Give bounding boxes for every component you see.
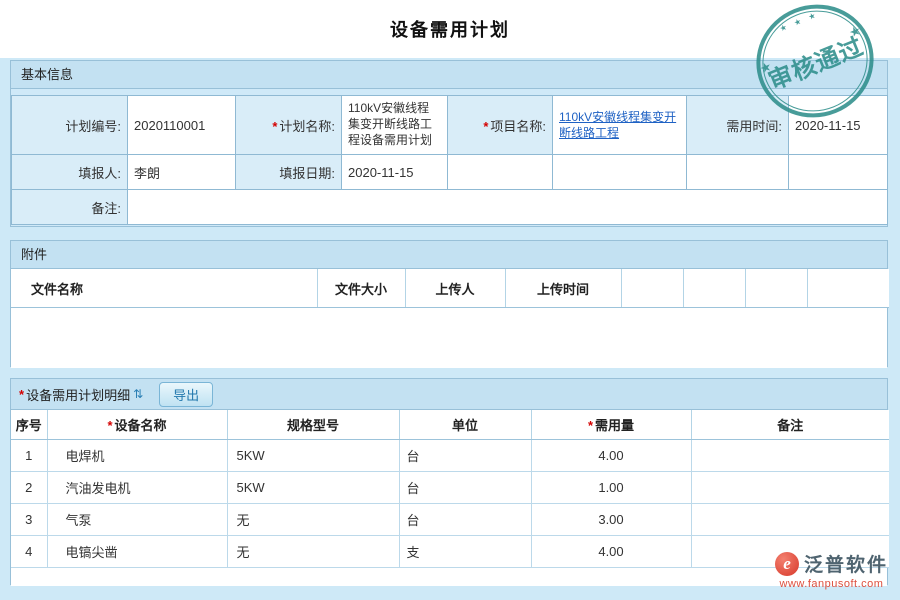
cell-spec: 无 bbox=[227, 536, 399, 568]
col-empty bbox=[683, 269, 745, 308]
cell-name: 汽油发电机 bbox=[47, 472, 227, 504]
required-asterisk: * bbox=[272, 119, 277, 134]
col-file-name: 文件名称 bbox=[11, 269, 317, 308]
basic-info-table: 计划编号: 2020110001 *计划名称: 110kV安徽线程集变开断线路工… bbox=[11, 95, 888, 225]
cell-unit: 台 bbox=[399, 472, 531, 504]
required-asterisk: * bbox=[588, 418, 593, 433]
cell-spec: 5KW bbox=[227, 440, 399, 472]
table-row: 2 汽油发电机 5KW 台 1.00 bbox=[11, 472, 889, 504]
need-time-value: 2020-11-15 bbox=[789, 96, 888, 155]
cell-spec: 无 bbox=[227, 504, 399, 536]
col-spec: 规格型号 bbox=[227, 410, 399, 440]
plan-name-label: *计划名称: bbox=[236, 96, 342, 155]
detail-toolbar: * 设备需用计划明细 ⇅ 导出 bbox=[11, 379, 887, 410]
remark-value bbox=[128, 190, 888, 225]
col-empty bbox=[807, 269, 889, 308]
col-remark: 备注 bbox=[691, 410, 889, 440]
basic-info-section: 基本信息 计划编号: 2020110001 *计划名称: 110kV安徽线程集变… bbox=[10, 60, 888, 227]
remark-label: 备注: bbox=[12, 190, 128, 225]
need-time-label: 需用时间: bbox=[687, 96, 789, 155]
cell-qty: 3.00 bbox=[531, 504, 691, 536]
sort-icon[interactable]: ⇅ bbox=[133, 387, 143, 401]
detail-header-row: 序号 *设备名称 规格型号 单位 *需用量 备注 bbox=[11, 410, 889, 440]
empty-cell bbox=[789, 155, 888, 190]
attachments-body: 文件名称 文件大小 上传人 上传时间 bbox=[11, 269, 887, 368]
export-button[interactable]: 导出 bbox=[159, 382, 213, 407]
empty-cell bbox=[448, 155, 553, 190]
cell-name: 气泵 bbox=[47, 504, 227, 536]
page-title: 设备需用计划 bbox=[390, 16, 510, 42]
cell-spec: 5KW bbox=[227, 472, 399, 504]
required-asterisk: * bbox=[19, 387, 24, 402]
brand-url: www.fanpusoft.com bbox=[775, 578, 888, 590]
basic-info-header: 基本信息 bbox=[11, 61, 887, 89]
project-name-value: 110kV安徽线程集变开断线路工程 bbox=[553, 96, 687, 155]
cell-remark bbox=[691, 504, 889, 536]
col-upload-time: 上传时间 bbox=[505, 269, 621, 308]
cell-name: 电镐尖凿 bbox=[47, 536, 227, 568]
cell-no: 3 bbox=[11, 504, 47, 536]
cell-no: 1 bbox=[11, 440, 47, 472]
project-name-label: *项目名称: bbox=[448, 96, 553, 155]
detail-title: 设备需用计划明细 bbox=[26, 385, 130, 404]
cell-qty: 1.00 bbox=[531, 472, 691, 504]
reporter-value: 李朗 bbox=[128, 155, 236, 190]
attachments-header: 附件 bbox=[11, 241, 887, 269]
col-empty bbox=[745, 269, 807, 308]
table-row: 1 电焊机 5KW 台 4.00 bbox=[11, 440, 889, 472]
plan-no-label: 计划编号: bbox=[12, 96, 128, 155]
cell-no: 2 bbox=[11, 472, 47, 504]
basic-info-row-2: 填报人: 李朗 填报日期: 2020-11-15 bbox=[12, 155, 888, 190]
attachments-table: 文件名称 文件大小 上传人 上传时间 bbox=[11, 269, 889, 308]
attachments-section: 附件 文件名称 文件大小 上传人 上传时间 bbox=[10, 240, 888, 367]
cell-remark bbox=[691, 472, 889, 504]
table-row: 3 气泵 无 台 3.00 bbox=[11, 504, 889, 536]
detail-body: 序号 *设备名称 规格型号 单位 *需用量 备注 1 电焊机 5KW 台 4.0… bbox=[11, 410, 887, 586]
cell-qty: 4.00 bbox=[531, 440, 691, 472]
fanpu-logo-icon: e bbox=[775, 552, 799, 576]
col-equipment-name: *设备名称 bbox=[47, 410, 227, 440]
col-empty bbox=[621, 269, 683, 308]
cell-remark bbox=[691, 440, 889, 472]
basic-info-row-1: 计划编号: 2020110001 *计划名称: 110kV安徽线程集变开断线路工… bbox=[12, 96, 888, 155]
report-date-label: 填报日期: bbox=[236, 155, 342, 190]
empty-cell bbox=[553, 155, 687, 190]
col-qty: *需用量 bbox=[531, 410, 691, 440]
col-no: 序号 bbox=[11, 410, 47, 440]
plan-no-value: 2020110001 bbox=[128, 96, 236, 155]
cell-no: 4 bbox=[11, 536, 47, 568]
table-row: 4 电镐尖凿 无 支 4.00 bbox=[11, 536, 889, 568]
col-file-size: 文件大小 bbox=[317, 269, 405, 308]
detail-section: * 设备需用计划明细 ⇅ 导出 序号 *设备名称 规格型号 单位 *需用量 备注… bbox=[10, 378, 888, 585]
project-link[interactable]: 110kV安徽线程集变开断线路工程 bbox=[559, 109, 680, 141]
cell-qty: 4.00 bbox=[531, 536, 691, 568]
attachments-header-row: 文件名称 文件大小 上传人 上传时间 bbox=[11, 269, 889, 308]
col-uploader: 上传人 bbox=[405, 269, 505, 308]
cell-unit: 台 bbox=[399, 440, 531, 472]
required-asterisk: * bbox=[483, 119, 488, 134]
basic-info-row-3: 备注: bbox=[12, 190, 888, 225]
cell-unit: 台 bbox=[399, 504, 531, 536]
required-asterisk: * bbox=[107, 418, 112, 433]
fanpu-logo: e 泛普软件 www.fanpusoft.com bbox=[775, 550, 888, 590]
report-date-value: 2020-11-15 bbox=[342, 155, 448, 190]
empty-cell bbox=[687, 155, 789, 190]
plan-name-value: 110kV安徽线程集变开断线路工程设备需用计划 bbox=[342, 96, 448, 155]
cell-unit: 支 bbox=[399, 536, 531, 568]
col-unit: 单位 bbox=[399, 410, 531, 440]
title-bar: 设备需用计划 bbox=[0, 0, 900, 58]
reporter-label: 填报人: bbox=[12, 155, 128, 190]
detail-table: 序号 *设备名称 规格型号 单位 *需用量 备注 1 电焊机 5KW 台 4.0… bbox=[11, 410, 889, 568]
cell-name: 电焊机 bbox=[47, 440, 227, 472]
brand-name: 泛普软件 bbox=[804, 550, 888, 577]
